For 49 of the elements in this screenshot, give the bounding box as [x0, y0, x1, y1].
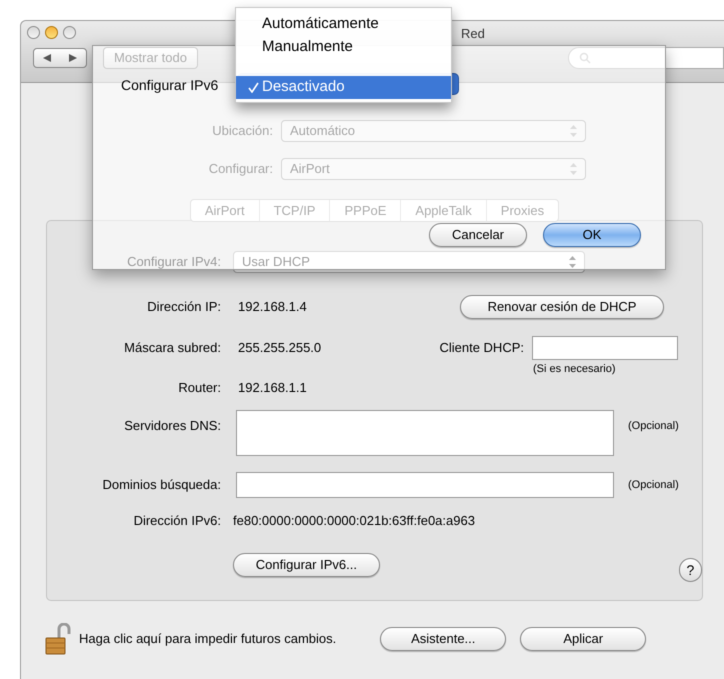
dns-servers-label: Servidores DNS: — [123, 417, 221, 435]
dhcp-client-label: Cliente DHCP: — [438, 339, 524, 358]
configure-ipv6-label: Configurar IPv6 — [121, 76, 218, 95]
tab[interactable]: Proxies — [486, 200, 558, 221]
search-domains-field[interactable] — [236, 472, 614, 498]
location-label: Ubicación: — [211, 122, 273, 140]
checkmark-icon — [248, 82, 259, 93]
dhcp-client-field[interactable] — [532, 336, 678, 360]
minimize-button[interactable] — [45, 26, 58, 39]
dhcp-client-hint: (Si es necesario) — [533, 362, 616, 376]
router-label: Router: — [177, 379, 221, 398]
optional-note: (Opcional) — [628, 478, 679, 493]
dialog-button[interactable]: Cancelar — [429, 223, 527, 247]
configure-popup[interactable]: AirPort — [281, 158, 586, 180]
renew-dhcp-button[interactable]: Renovar cesión de DHCP — [460, 295, 664, 319]
tab[interactable]: TCP/IP — [260, 200, 330, 221]
menu-item[interactable]: Desactivado — [236, 76, 451, 99]
tab[interactable]: AppleTalk — [401, 200, 487, 221]
search-icon — [578, 52, 591, 64]
stepper-arrows-icon — [569, 256, 576, 268]
lock-message: Haga clic aquí para impedir futuros cambios. — [79, 630, 336, 648]
ipv4-label: Configurar IPv4: — [126, 253, 221, 272]
dns-servers-field[interactable] — [236, 410, 614, 456]
subnet-mask-label: Máscara subred: — [123, 339, 221, 358]
ipv6-address-label: Dirección IPv6: — [132, 512, 221, 530]
ip-address-value: 192.168.1.4 — [238, 298, 308, 316]
ip-address-label: Dirección IP: — [146, 298, 221, 316]
window-title: Red — [461, 25, 485, 43]
subnet-mask-value: 255.255.255.0 — [238, 339, 322, 358]
optional-note: (Opcional) — [628, 419, 679, 434]
back-forward-buttons[interactable] — [33, 48, 87, 68]
assistant-button[interactable]: Asistente... — [380, 627, 506, 651]
open-padlock-icon[interactable] — [45, 623, 71, 655]
ipv4-popup[interactable]: Usar DHCP — [233, 251, 585, 273]
close-button[interactable] — [27, 26, 40, 39]
search-field[interactable] — [568, 47, 724, 69]
default-button[interactable]: OK — [543, 223, 641, 247]
search-domains-label: Dominios búsqueda: — [101, 476, 221, 494]
help-button[interactable]: ? — [678, 558, 702, 582]
zoom-button[interactable] — [63, 26, 76, 39]
menu-item[interactable]: Automáticamente — [236, 13, 451, 36]
tab[interactable]: PPPoE — [330, 200, 402, 221]
router-value: 192.168.1.1 — [238, 379, 307, 398]
ipv6-address-value: fe80:0000:0000:0000:021b:63ff:fe0a:a963 — [233, 512, 475, 530]
location-popup[interactable]: Automático — [281, 120, 586, 142]
configure-ipv6-button[interactable]: Configurar IPv6... — [233, 553, 380, 577]
apply-button[interactable]: Aplicar — [520, 627, 646, 651]
configure-label: Configurar: — [208, 160, 273, 178]
menu-item[interactable]: Manualmente — [236, 36, 451, 59]
